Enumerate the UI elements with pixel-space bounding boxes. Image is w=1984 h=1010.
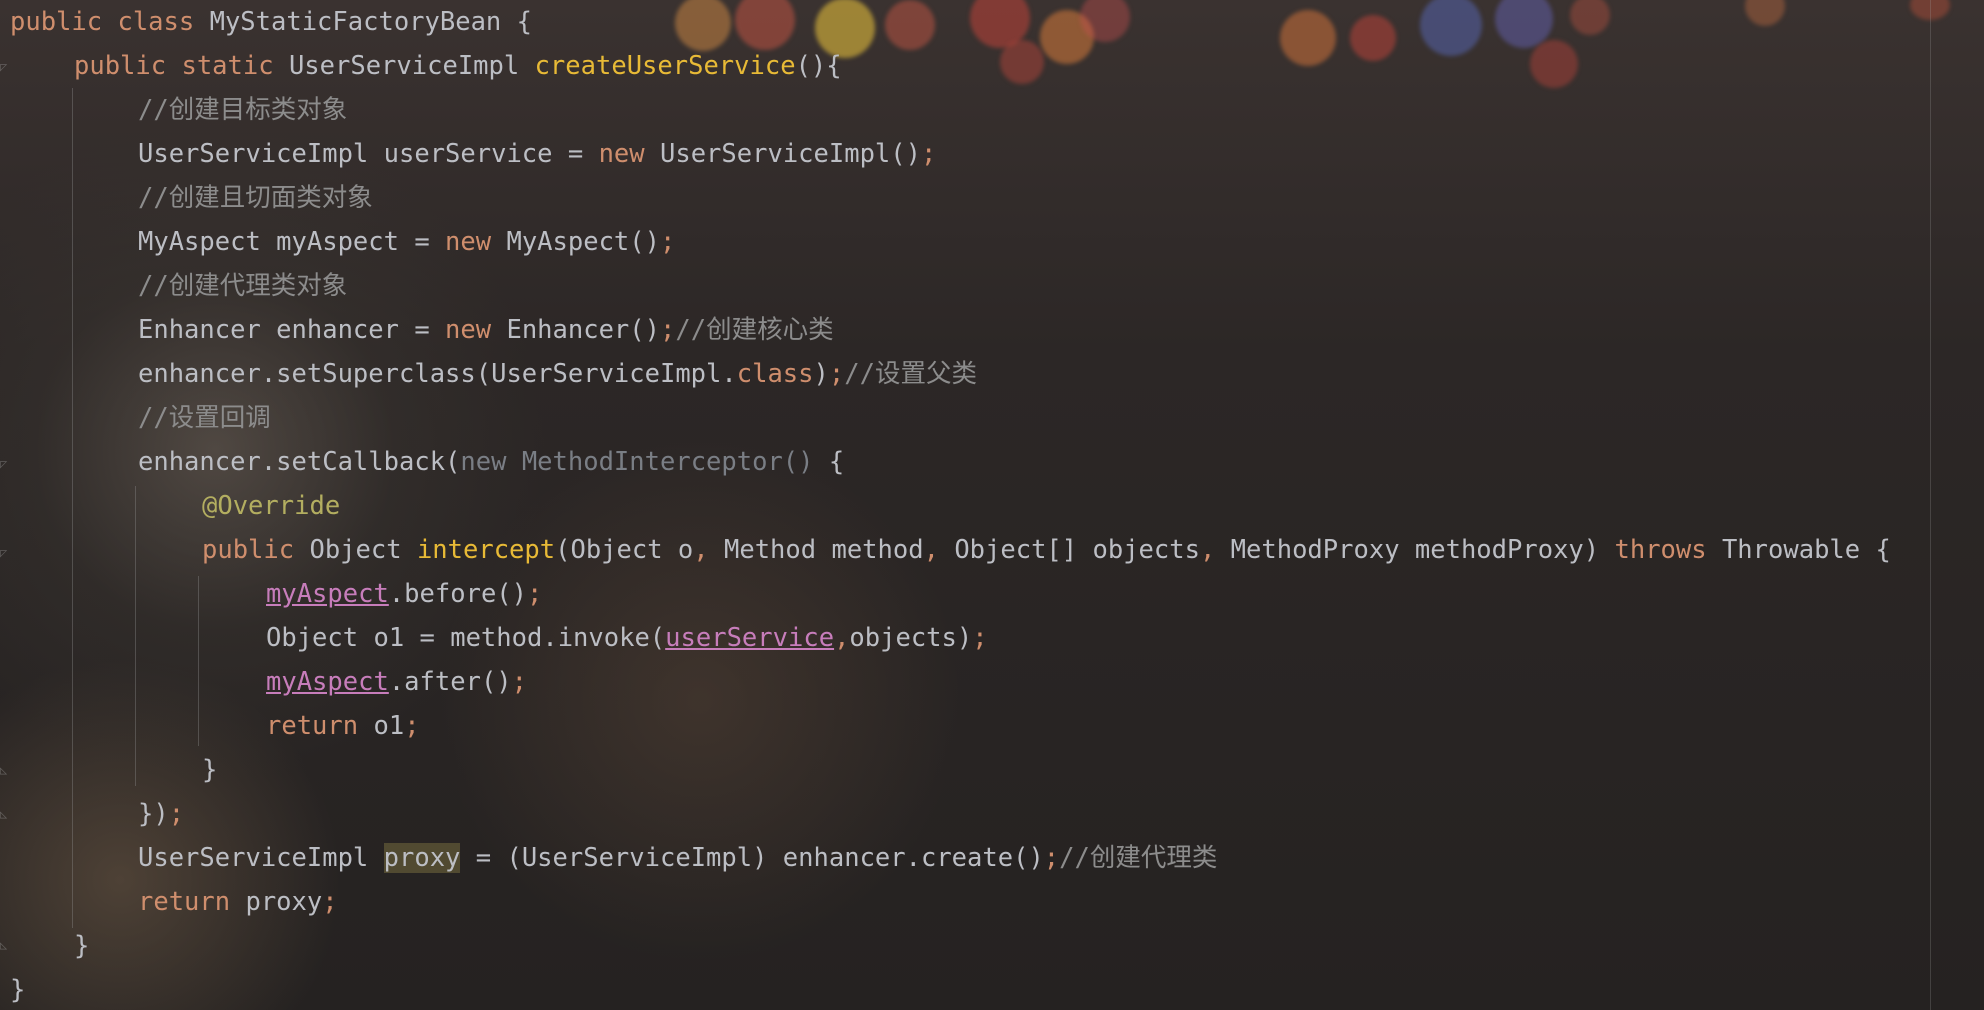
code-token: objects)	[849, 623, 973, 653]
annotation-token: @Override	[202, 491, 341, 521]
comment-token: //设置回调	[138, 403, 271, 433]
code-token: }	[202, 755, 218, 785]
code-line[interactable]: public static UserServiceImpl createUser…	[74, 44, 842, 88]
code-token: Object[] objects	[954, 535, 1200, 565]
punctuation-token: ;	[511, 667, 528, 697]
keyword-token: return	[138, 887, 246, 917]
punctuation-token: ,	[923, 535, 955, 565]
code-token: enhancer.setSuperclass(UserServiceImpl.	[138, 359, 737, 389]
keyword-token: new	[445, 227, 507, 257]
comment-token: //创建且切面类对象	[138, 183, 373, 213]
code-token: MyStaticFactoryBean {	[209, 7, 532, 37]
keyword-token: public	[202, 535, 310, 565]
code-token: .after()	[388, 667, 512, 697]
code-line[interactable]: //创建目标类对象	[138, 88, 347, 132]
keyword-token: public class	[10, 7, 210, 37]
keyword-token: public static	[74, 51, 289, 81]
punctuation-token: ;	[828, 359, 845, 389]
code-token: (Object o	[555, 535, 694, 565]
comment-token: //创建代理类	[1059, 843, 1218, 873]
code-token: MyAspect()	[506, 227, 660, 257]
dimmed-token: new MethodInterceptor()	[460, 447, 829, 477]
code-line[interactable]: return proxy;	[138, 880, 338, 924]
code-line[interactable]: Enhancer enhancer = new Enhancer();//创建核…	[138, 308, 834, 352]
punctuation-token: ;	[404, 711, 420, 741]
method-name-token: createUserService	[534, 51, 796, 81]
punctuation-token: ;	[168, 799, 185, 829]
punctuation-token: ;	[921, 139, 937, 169]
right-margin-guide	[1930, 0, 1931, 1010]
code-line[interactable]: @Override	[202, 484, 340, 528]
code-token: Throwable {	[1721, 535, 1891, 565]
comment-token: //创建核心类	[675, 315, 834, 345]
code-token: Object	[309, 535, 417, 565]
code-area[interactable]: public class MyStaticFactoryBean { publi…	[0, 0, 1930, 1010]
punctuation-token: ;	[322, 887, 338, 917]
comment-token: //设置父类	[844, 359, 977, 389]
code-editor[interactable]: ◸ ◸ ◸ ◺ ◺ ◺ public class MyStaticFactory…	[0, 0, 1984, 1010]
code-token: Object o1 = method.invoke(	[266, 623, 666, 653]
code-line[interactable]: }	[10, 968, 25, 1010]
code-line[interactable]: enhancer.setCallback(new MethodIntercept…	[138, 440, 844, 484]
punctuation-token: ;	[1043, 843, 1060, 873]
code-token: o1	[373, 711, 405, 741]
code-token: Enhancer()	[506, 315, 660, 345]
method-name-token: intercept	[416, 535, 556, 565]
code-line[interactable]: });	[138, 792, 184, 836]
code-line[interactable]: //创建且切面类对象	[138, 176, 373, 220]
punctuation-token: ,	[1199, 535, 1231, 565]
punctuation-token: ;	[972, 623, 988, 653]
code-token: UserServiceImpl userService =	[138, 139, 599, 169]
code-token: (){	[795, 51, 842, 81]
code-token: UserServiceImpl	[138, 843, 384, 873]
code-token: = (UserServiceImpl) enhancer.create()	[460, 843, 1044, 873]
code-line[interactable]: MyAspect myAspect = new MyAspect();	[138, 220, 675, 264]
code-line[interactable]: }	[74, 924, 89, 968]
code-line[interactable]: //设置回调	[138, 396, 271, 440]
keyword-token: return	[266, 711, 374, 741]
code-token: MyAspect myAspect =	[138, 227, 446, 257]
keyword-token: class	[736, 359, 814, 389]
punctuation-token: ,	[834, 623, 850, 653]
highlighted-token: proxy	[383, 843, 461, 873]
code-token: .before()	[388, 579, 527, 609]
code-token: Method method	[724, 535, 924, 565]
code-line[interactable]: enhancer.setSuperclass(UserServiceImpl.c…	[138, 352, 977, 396]
code-line[interactable]: myAspect.after();	[266, 660, 527, 704]
punctuation-token: ,	[693, 535, 724, 565]
code-token: proxy	[245, 887, 323, 917]
code-token: enhancer.setCallback(	[138, 447, 461, 477]
field-reference-token: userService	[665, 623, 835, 653]
code-line[interactable]: public class MyStaticFactoryBean {	[10, 0, 532, 44]
field-reference-token: myAspect	[266, 579, 389, 609]
keyword-token: new	[598, 139, 660, 169]
code-line[interactable]: Object o1 = method.invoke(userService,ob…	[266, 616, 988, 660]
code-line[interactable]: UserServiceImpl proxy = (UserServiceImpl…	[138, 836, 1217, 880]
code-token: Enhancer enhancer =	[138, 315, 446, 345]
code-line[interactable]: }	[202, 748, 217, 792]
punctuation-token: ;	[527, 579, 543, 609]
code-token: )	[813, 359, 829, 389]
punctuation-token: ;	[660, 315, 676, 345]
code-token: MethodProxy methodProxy)	[1230, 535, 1615, 565]
code-line[interactable]: //创建代理类对象	[138, 264, 347, 308]
keyword-token: throws	[1614, 535, 1722, 565]
code-token: {	[828, 447, 845, 477]
comment-token: //创建代理类对象	[138, 271, 348, 301]
code-line[interactable]: public Object intercept(Object o, Method…	[202, 528, 1891, 572]
code-token: })	[138, 799, 169, 829]
code-line[interactable]: UserServiceImpl userService = new UserSe…	[138, 132, 936, 176]
code-line[interactable]: myAspect.before();	[266, 572, 542, 616]
comment-token: //创建目标类对象	[138, 95, 348, 125]
code-token: }	[74, 931, 90, 961]
code-token: }	[10, 975, 26, 1005]
code-line[interactable]: return o1;	[266, 704, 420, 748]
keyword-token: new	[445, 315, 507, 345]
code-token: UserServiceImpl()	[660, 139, 921, 169]
punctuation-token: ;	[660, 227, 676, 257]
code-token: UserServiceImpl	[288, 51, 535, 81]
field-reference-token: myAspect	[266, 667, 389, 697]
